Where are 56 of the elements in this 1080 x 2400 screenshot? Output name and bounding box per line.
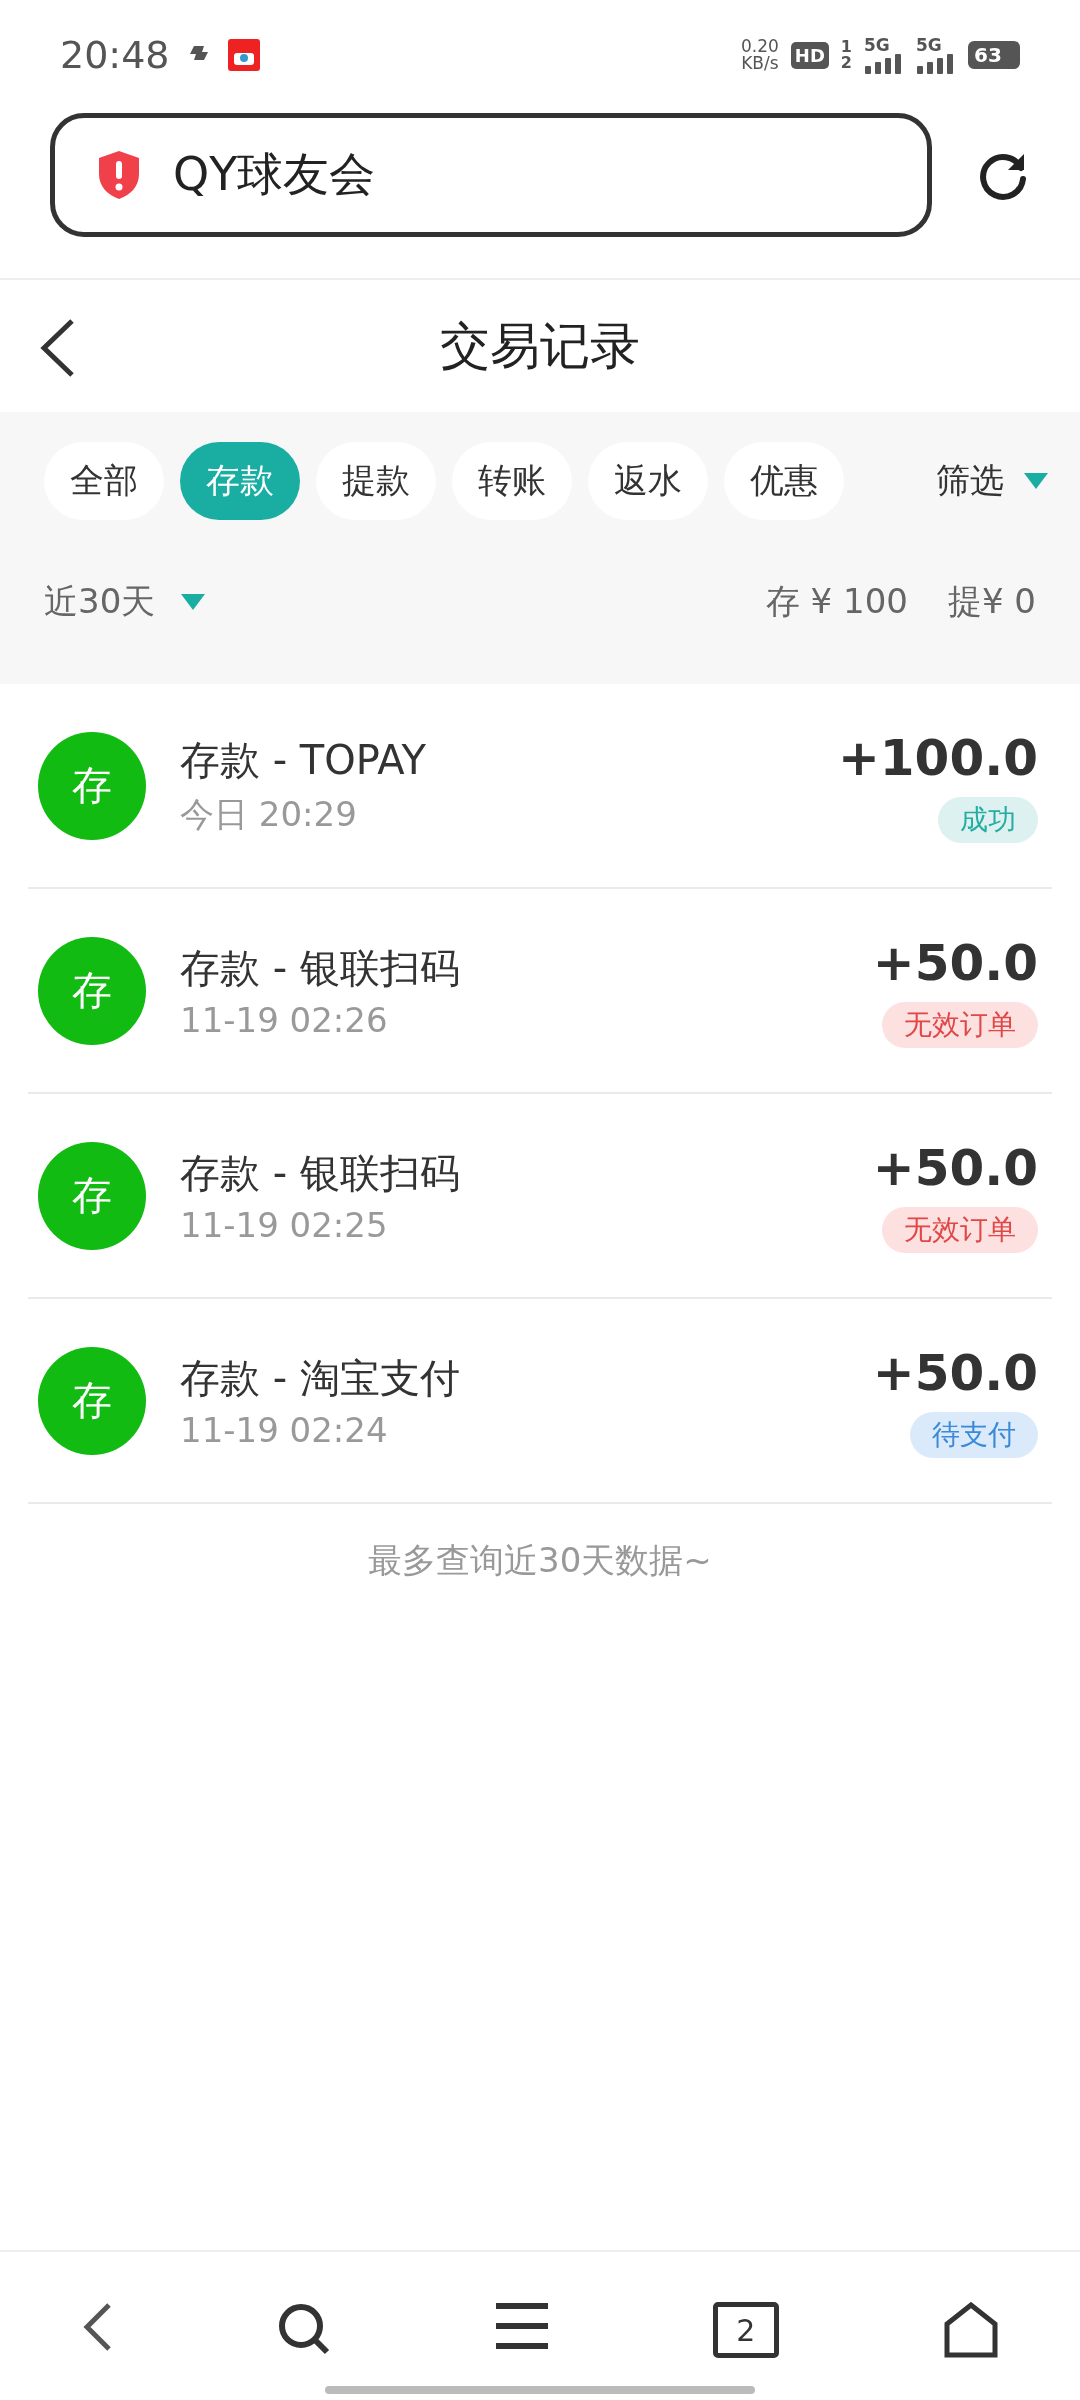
clock: 20:48 <box>60 33 170 77</box>
status-badge: 无效订单 <box>882 1206 1038 1253</box>
back-icon[interactable] <box>82 2302 113 2352</box>
filter-tab[interactable]: 返水 <box>588 442 708 520</box>
status-badge: 无效订单 <box>882 1001 1038 1048</box>
hd-badge: HD <box>790 41 829 69</box>
transaction-title: 存款 - 银联扫码 <box>180 1149 460 1198</box>
type-avatar: 存 <box>38 1141 146 1250</box>
signal-icon <box>916 53 956 74</box>
transaction-time: 11-19 02:25 <box>180 1205 389 1245</box>
page-title: QY球友会 <box>173 146 376 203</box>
deposit-total: 存 ¥ 100 <box>765 580 908 623</box>
battery-level: 63 <box>968 41 1020 69</box>
transaction-amount: +50.0 <box>872 1343 1038 1402</box>
network-speed: 0.20 <box>741 38 779 55</box>
filter-tab[interactable]: 优惠 <box>724 442 844 520</box>
transaction-amount: +50.0 <box>872 933 1038 992</box>
network-type: 5G <box>916 36 942 54</box>
transaction-row[interactable]: 存 存款 - TOPAY 今日 20:29 +100.0 成功 <box>28 684 1052 889</box>
transaction-time: 11-19 02:26 <box>180 1000 389 1040</box>
transaction-amount: +50.0 <box>872 1138 1038 1197</box>
period-dropdown[interactable]: 近30天 <box>44 579 206 625</box>
filter-tab[interactable]: 转账 <box>452 442 572 520</box>
withdraw-total: 提¥ 0 <box>947 580 1036 623</box>
type-avatar: 存 <box>38 1346 146 1455</box>
transaction-time: 11-19 02:24 <box>180 1410 389 1450</box>
dropdown-icon <box>181 594 206 610</box>
transaction-title: 存款 - TOPAY <box>180 736 427 785</box>
tabs-button[interactable]: 2 <box>712 2302 779 2358</box>
type-avatar: 存 <box>38 936 146 1045</box>
footer-note: 最多查询近30天数据~ <box>367 1539 713 1582</box>
app-icon <box>227 39 260 71</box>
network-unit: KB/s <box>741 55 779 72</box>
filter-tab[interactable]: 提款 <box>316 442 436 520</box>
home-icon[interactable] <box>943 2302 998 2358</box>
transaction-row[interactable]: 存 存款 - 银联扫码 11-19 02:25 +50.0 无效订单 <box>28 1094 1052 1299</box>
transaction-amount: +100.0 <box>837 728 1038 787</box>
status-badge: 待支付 <box>910 1411 1038 1458</box>
search-icon[interactable] <box>277 2302 332 2356</box>
filter-tab[interactable]: 全部 <box>44 442 164 520</box>
transaction-row[interactable]: 存 存款 - 淘宝支付 11-19 02:24 +50.0 待支付 <box>28 1299 1052 1504</box>
signal-icon <box>864 53 904 74</box>
menu-icon[interactable] <box>496 2302 548 2350</box>
transaction-title: 存款 - 银联扫码 <box>180 944 460 993</box>
address-bar[interactable]: QY球友会 <box>50 113 932 237</box>
network-type: 5G <box>864 36 890 54</box>
transaction-time: 今日 20:29 <box>180 793 358 836</box>
screen-title: 交易记录 <box>440 315 640 377</box>
sim-slot: 2 <box>840 55 852 71</box>
status-badge: 成功 <box>938 796 1038 843</box>
filter-button[interactable]: 筛选 <box>930 457 1054 505</box>
sim-slot: 1 <box>840 39 852 55</box>
dropdown-icon <box>1024 473 1048 489</box>
type-avatar: 存 <box>38 731 146 840</box>
transaction-title: 存款 - 淘宝支付 <box>180 1354 460 1403</box>
transaction-row[interactable]: 存 存款 - 银联扫码 11-19 02:26 +50.0 无效订单 <box>28 889 1052 1094</box>
